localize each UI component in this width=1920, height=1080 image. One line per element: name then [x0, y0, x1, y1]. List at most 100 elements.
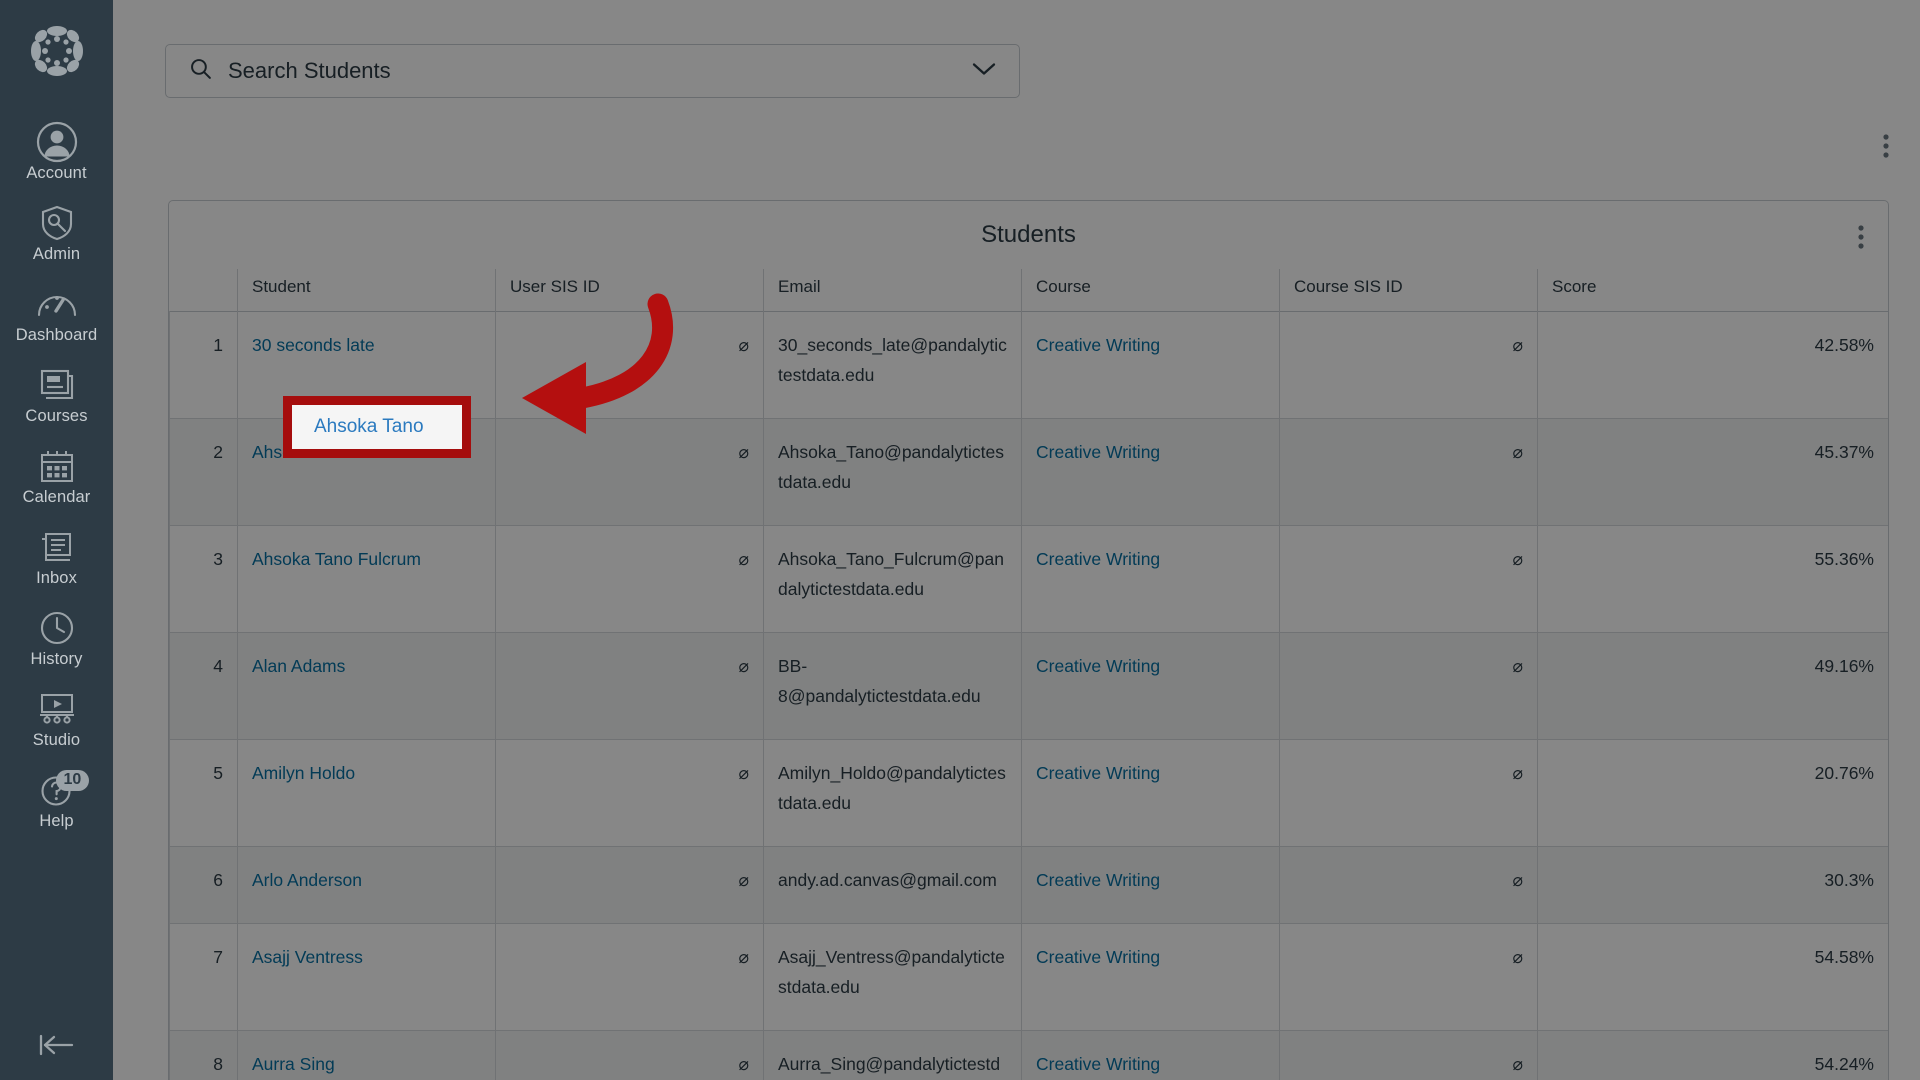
course-name-cell-link[interactable]: Creative Writing	[1036, 656, 1160, 676]
course-sis-id-cell: ⌀	[1279, 923, 1538, 1031]
score-cell: 30.3%	[1537, 846, 1888, 924]
course-name-cell-link[interactable]: Creative Writing	[1036, 870, 1160, 890]
student-name-cell[interactable]: Asajj Ventress	[237, 923, 496, 1031]
search-combobox[interactable]	[165, 44, 1020, 98]
sidebar-item-label: Courses	[25, 407, 88, 425]
table-row[interactable]: 7 Asajj Ventress ⌀ Asajj_Ventress@pandalyti…	[169, 923, 1888, 1031]
email-cell: Aurra_Sing@pandalytictestdata.edu	[763, 1030, 1022, 1080]
user-sis-id-cell: ⌀	[495, 1030, 764, 1080]
student-name-cell-link[interactable]: Alan Adams	[252, 656, 345, 676]
score-cell: 42.58%	[1537, 311, 1888, 419]
course-sis-id-cell: ⌀	[1279, 418, 1538, 526]
sidebar-item-label: Help	[39, 812, 74, 830]
email-cell: andy.ad.canvas@gmail.com	[763, 846, 1022, 924]
course-name-cell-link[interactable]: Creative Writing	[1036, 1054, 1160, 1074]
row-number-cell: 8	[169, 1030, 238, 1080]
course-sis-id-cell: ⌀	[1279, 739, 1538, 847]
row-number-cell: 6	[169, 846, 238, 924]
sidebar-item-label: Account	[26, 164, 87, 182]
sidebar-item-inbox[interactable]: Inbox	[0, 516, 113, 597]
canvas-logo-icon[interactable]	[28, 22, 86, 85]
annotation-highlight-box: Ahsoka Tano	[283, 396, 471, 458]
course-sis-id-cell: ⌀	[1279, 525, 1538, 633]
score-cell: 49.16%	[1537, 632, 1888, 740]
shield-key-icon	[0, 201, 113, 245]
row-number-cell: 7	[169, 923, 238, 1031]
user-sis-id-cell: ⌀	[495, 632, 764, 740]
student-name-cell[interactable]: Alan Adams	[237, 632, 496, 740]
table-row[interactable]: 3 Ahsoka Tano Fulcrum ⌀ Ahsoka_Tano_Fulcrum…	[169, 525, 1888, 633]
column-header-course[interactable]: Course	[1021, 269, 1280, 312]
course-name-cell-link[interactable]: Creative Writing	[1036, 947, 1160, 967]
course-name-cell-link[interactable]: Creative Writing	[1036, 335, 1160, 355]
column-header-score[interactable]: Score	[1537, 269, 1888, 312]
table-options-menu-button[interactable]	[1858, 225, 1864, 254]
main-content: Students Student	[113, 0, 1920, 1080]
course-sis-id-cell: ⌀	[1279, 846, 1538, 924]
course-name-cell[interactable]: Creative Writing	[1021, 846, 1280, 924]
course-name-cell[interactable]: Creative Writing	[1021, 1030, 1280, 1080]
user-avatar-icon	[0, 120, 113, 164]
student-name-cell[interactable]: Arlo Anderson	[237, 846, 496, 924]
table-row[interactable]: 6 Arlo Anderson ⌀ andy.ad.canvas@gmail.com C…	[169, 846, 1888, 924]
column-header-student[interactable]: Student	[237, 269, 496, 312]
collapse-sidebar-icon[interactable]	[0, 1032, 113, 1058]
user-sis-id-cell: ⌀	[495, 923, 764, 1031]
user-sis-id-cell: ⌀	[495, 739, 764, 847]
search-input[interactable]	[166, 45, 1019, 97]
page-options-menu-button[interactable]	[1883, 134, 1889, 163]
course-sis-id-cell: ⌀	[1279, 1030, 1538, 1080]
course-name-cell-link[interactable]: Creative Writing	[1036, 442, 1160, 462]
table-row[interactable]: 4 Alan Adams ⌀ BB-8@pandalytictestdata.edu C…	[169, 632, 1888, 740]
sidebar-item-studio[interactable]: Studio	[0, 678, 113, 759]
students-table-header: Students	[169, 201, 1888, 269]
column-header-rownum[interactable]	[170, 269, 238, 312]
studio-video-icon	[0, 687, 113, 731]
student-name-cell[interactable]: Amilyn Holdo	[237, 739, 496, 847]
student-name-cell-link[interactable]: Aurra Sing	[252, 1054, 335, 1074]
email-cell: BB-8@pandalytictestdata.edu	[763, 632, 1022, 740]
sidebar-item-label: Inbox	[36, 569, 77, 587]
row-number-cell: 2	[169, 418, 238, 526]
sidebar-item-history[interactable]: History	[0, 597, 113, 678]
sidebar-item-dashboard[interactable]: Dashboard	[0, 273, 113, 354]
student-name-cell-link[interactable]: Ahsoka Tano Fulcrum	[252, 549, 421, 569]
table-row[interactable]: 8Aurra Sing⌀Aurra_Sing@pandalytictestdat…	[169, 1030, 1888, 1080]
column-header-email[interactable]: Email	[763, 269, 1022, 312]
student-name-cell[interactable]: Aurra Sing	[237, 1030, 496, 1080]
course-name-cell[interactable]: Creative Writing	[1021, 632, 1280, 740]
sidebar-item-courses[interactable]: Courses	[0, 354, 113, 435]
chevron-down-icon[interactable]	[971, 61, 997, 82]
sidebar-item-account[interactable]: Account	[0, 111, 113, 192]
student-name-cell-link[interactable]: Asajj Ventress	[252, 947, 363, 967]
sidebar-item-label: History	[30, 650, 83, 668]
course-name-cell-link[interactable]: Creative Writing	[1036, 763, 1160, 783]
column-header-user-sis-id[interactable]: User SIS ID	[495, 269, 764, 312]
table-row[interactable]: 5 Amilyn Holdo ⌀ Amilyn_Holdo@pandalytictes…	[169, 739, 1888, 847]
column-header-course-sis-id[interactable]: Course SIS ID	[1279, 269, 1538, 312]
score-cell: 54.24%	[1537, 1030, 1888, 1080]
search-icon	[188, 56, 213, 86]
course-name-cell[interactable]: Creative Writing	[1021, 311, 1280, 419]
clock-icon	[0, 606, 113, 650]
sidebar-item-label: Dashboard	[15, 326, 98, 344]
sidebar-item-calendar[interactable]: Calendar	[0, 435, 113, 516]
sidebar-item-admin[interactable]: Admin	[0, 192, 113, 273]
sidebar-item-help[interactable]: 10 Help	[0, 759, 113, 840]
search-area	[165, 44, 1020, 98]
email-cell: Amilyn_Holdo@pandalytictestdata.edu	[763, 739, 1022, 847]
sidebar-item-label: Admin	[32, 245, 81, 263]
course-name-cell[interactable]: Creative Writing	[1021, 739, 1280, 847]
students-table: Student User SIS ID Email Course Course …	[169, 269, 1888, 1080]
row-number-cell: 3	[169, 525, 238, 633]
course-name-cell-link[interactable]: Creative Writing	[1036, 549, 1160, 569]
user-sis-id-cell: ⌀	[495, 311, 764, 419]
course-name-cell[interactable]: Creative Writing	[1021, 525, 1280, 633]
student-name-cell-link[interactable]: Arlo Anderson	[252, 870, 362, 890]
student-name-cell-link[interactable]: 30 seconds late	[252, 335, 375, 355]
student-name-cell[interactable]: Ahsoka Tano Fulcrum	[237, 525, 496, 633]
course-name-cell[interactable]: Creative Writing	[1021, 923, 1280, 1031]
table-header-row: Student User SIS ID Email Course Course …	[169, 269, 1888, 312]
student-name-cell-link[interactable]: Amilyn Holdo	[252, 763, 355, 783]
course-name-cell[interactable]: Creative Writing	[1021, 418, 1280, 526]
